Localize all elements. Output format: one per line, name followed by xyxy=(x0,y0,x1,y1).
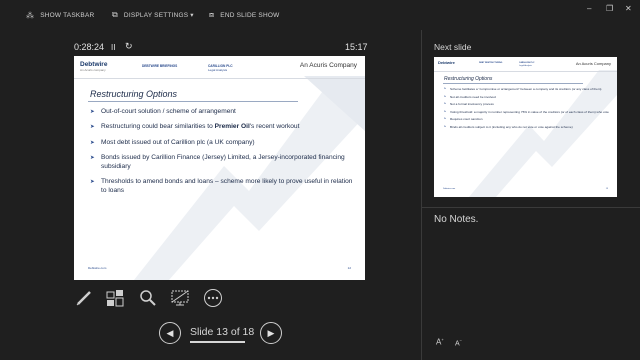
acuris-company-label: An Acuris Company xyxy=(299,62,357,69)
next-bullet-item: Binds all creditors subject to it (inclu… xyxy=(444,125,609,129)
slide-footer: Debtwire.com xyxy=(88,266,107,270)
show-taskbar-label: SHOW TASKBAR xyxy=(40,11,95,19)
more-options-button[interactable] xyxy=(203,288,223,308)
current-time: 15:17 xyxy=(345,42,368,52)
next-bullet-item: Not a formal insolvency process xyxy=(444,102,609,106)
decrease-font-button[interactable]: A− xyxy=(455,338,462,347)
show-taskbar-button[interactable]: ⁂ SHOW TASKBAR xyxy=(26,8,94,22)
title-underline xyxy=(88,101,298,102)
slide-bullet-list: Out-of-court solution / scheme of arrang… xyxy=(90,108,355,202)
bullet-item: Most debt issued out of Carillion plc (a… xyxy=(90,139,355,148)
display-settings-icon: ⧉ xyxy=(112,10,118,19)
next-slide-page-number: 13 xyxy=(605,188,608,190)
bullet-item: Restructuring could bear similarities to… xyxy=(90,123,355,132)
next-slide-header-line xyxy=(434,71,617,72)
slide-header: Debtwire An Acuris company DEBTWIRE BRIE… xyxy=(74,56,365,79)
zoom-button[interactable] xyxy=(138,288,158,308)
next-slide-button[interactable]: ▶ xyxy=(260,322,282,344)
black-screen-button[interactable] xyxy=(170,288,190,308)
reset-timer-icon[interactable]: ↻ xyxy=(125,41,133,52)
next-slide-header-company: CARILLION PLC xyxy=(519,62,535,64)
slide-progress-bar xyxy=(190,341,245,343)
next-slide-title-underline xyxy=(443,83,583,84)
pen-tool-button[interactable] xyxy=(74,288,94,308)
slide-counter[interactable]: Slide 13 of 18 xyxy=(190,326,254,338)
slide-header-tab: DEBTWIRE BRIEFINGS xyxy=(142,64,178,68)
black-screen-icon xyxy=(171,290,189,306)
close-button[interactable]: ✕ xyxy=(625,4,632,13)
slide-title: Restructuring Options xyxy=(90,89,178,99)
next-slide-title: Restructuring Options xyxy=(444,76,493,82)
speaker-notes[interactable]: No Notes. xyxy=(434,214,478,225)
more-options-icon xyxy=(204,289,222,307)
increase-font-button[interactable]: A+ xyxy=(436,337,444,347)
taskbar-icon: ⁂ xyxy=(26,10,35,20)
pause-timer-icon[interactable]: II xyxy=(111,43,115,52)
next-slide-footer: Debtwire.com xyxy=(443,188,456,190)
previous-slide-button[interactable]: ◀ xyxy=(159,322,181,344)
slide-header-sub: Legal Analysis xyxy=(208,68,228,72)
debtwire-logo: Debtwire An Acuris company xyxy=(80,61,108,72)
next-slide-bullet-list: Scheme facilitates a "compromise or arra… xyxy=(444,87,609,133)
next-slide-header-sub: Legal Analysis xyxy=(519,65,532,67)
bullet-item: Bonds issued by Carillion Finance (Jerse… xyxy=(90,154,355,172)
end-slide-show-icon: ⧈ xyxy=(209,10,215,19)
zoom-icon xyxy=(140,290,156,306)
next-slide-label: Next slide xyxy=(434,42,472,52)
next-slide-logo: Debtwire xyxy=(438,60,455,65)
bullet-item: Out-of-court solution / scheme of arrang… xyxy=(90,108,355,117)
pen-icon xyxy=(76,291,91,306)
previous-arrow-icon: ◀ xyxy=(166,327,174,338)
next-bullet-item: Scheme facilitates a "compromise or arra… xyxy=(444,87,609,91)
end-slide-show-button[interactable]: ⧈ END SLIDE SHOW xyxy=(209,8,279,22)
minimize-button[interactable]: – xyxy=(587,4,591,13)
next-bullet-item: Not all creditors need be involved xyxy=(444,95,609,99)
current-slide[interactable]: Debtwire An Acuris company DEBTWIRE BRIE… xyxy=(74,56,365,280)
bullet-item: Thresholds to amend bonds and loans – sc… xyxy=(90,178,355,196)
next-slide-preview[interactable]: Debtwire DEBT RESTRUCTURING CARILLION PL… xyxy=(434,57,617,197)
elapsed-timer: 0:28:24 xyxy=(74,42,105,52)
slides-grid-icon xyxy=(106,290,124,307)
next-bullet-item: Requires court sanction xyxy=(444,117,609,121)
slide-page-number: 12 xyxy=(347,266,351,270)
panel-divider xyxy=(421,30,422,360)
notes-divider xyxy=(422,207,640,208)
next-slide-company: An Acuris Company xyxy=(575,61,611,66)
display-settings-label: DISPLAY SETTINGS ▾ xyxy=(123,12,194,19)
next-bullet-item: Voting threshold: a majority in number r… xyxy=(444,110,609,114)
next-arrow-icon: ▶ xyxy=(267,327,275,338)
next-slide-tab: DEBT RESTRUCTURING xyxy=(479,62,503,64)
display-settings-button[interactable]: ⧉ DISPLAY SETTINGS ▾ xyxy=(112,8,194,22)
see-all-slides-button[interactable] xyxy=(105,288,125,308)
end-slide-show-label: END SLIDE SHOW xyxy=(220,11,280,19)
restore-button[interactable]: ❐ xyxy=(606,4,613,13)
